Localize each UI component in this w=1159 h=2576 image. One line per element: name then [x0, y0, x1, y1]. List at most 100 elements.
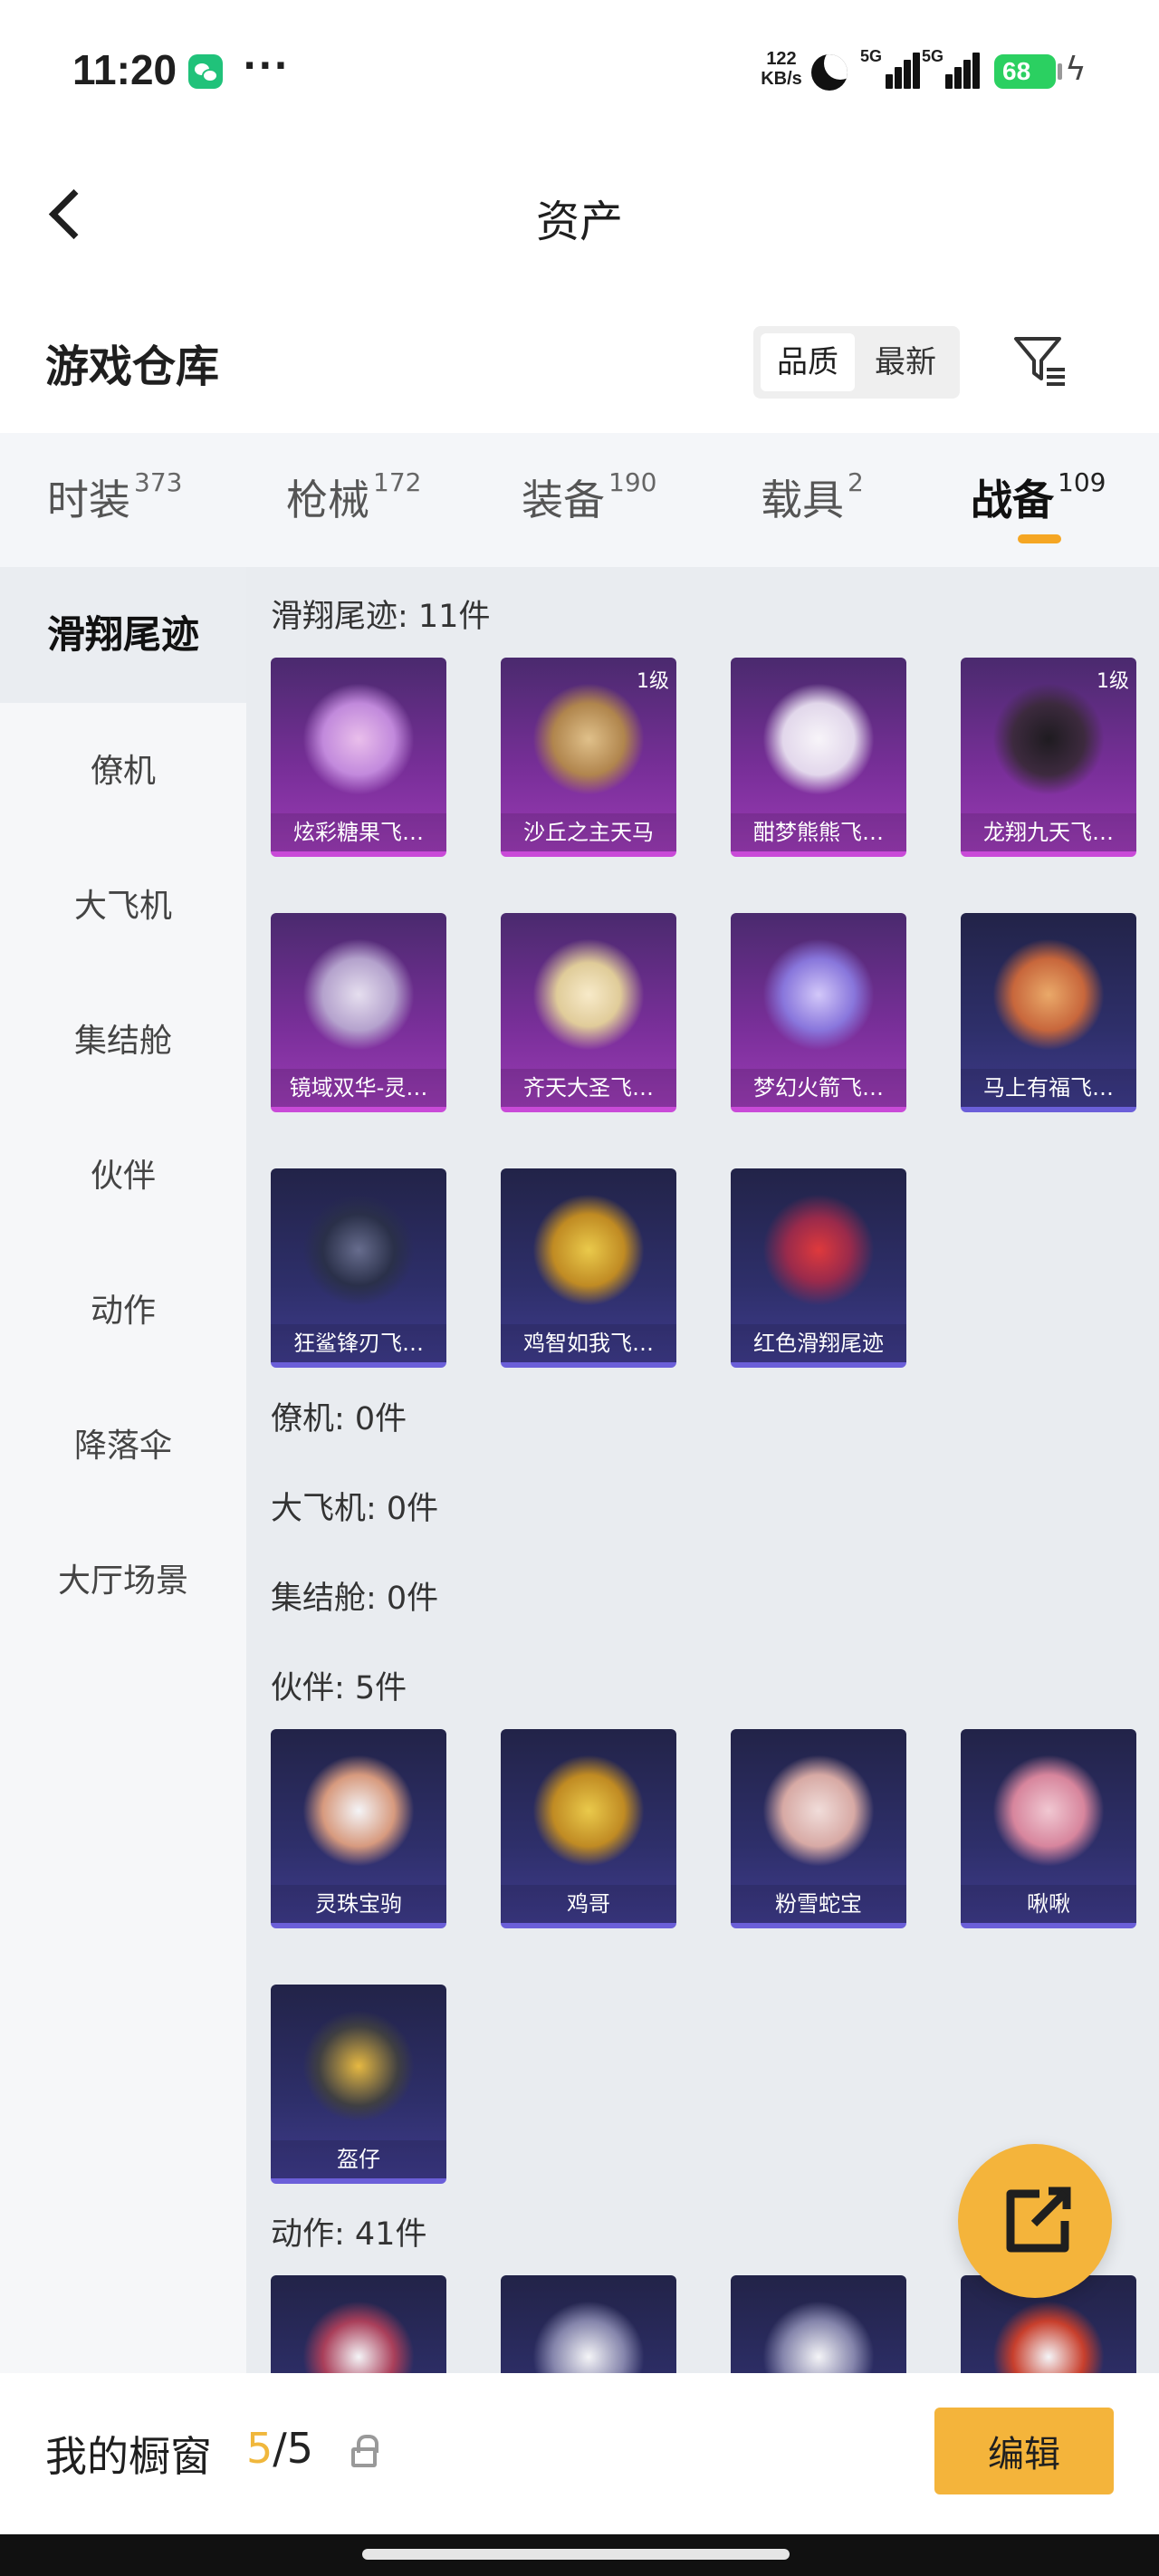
- tab-label: 战备: [971, 476, 1054, 524]
- network-speed-unit: KB/s: [761, 69, 802, 89]
- item-name: 炫彩糖果飞…: [271, 813, 446, 851]
- item-card[interactable]: 狂鲨锋刃飞…: [271, 1168, 446, 1368]
- item-card[interactable]: 1级 沙丘之主天马: [501, 658, 676, 857]
- network-speed-value: 122: [766, 49, 797, 69]
- sort-newest-button[interactable]: 最新: [858, 333, 953, 391]
- tab-vehicles[interactable]: 载具 2: [761, 467, 864, 527]
- section-label-action: 动作: 41件: [271, 2216, 427, 2253]
- item-name: 齐天大圣飞…: [501, 1069, 676, 1107]
- section-label-plane: 大飞机: 0件: [271, 1491, 439, 1527]
- tab-label: 载具: [761, 476, 844, 524]
- battery-cap: [1058, 63, 1062, 80]
- item-card[interactable]: 酣梦熊熊飞…: [731, 658, 906, 857]
- item-card[interactable]: [501, 2275, 676, 2373]
- sidebar-item-partner[interactable]: 伙伴: [0, 1149, 246, 1197]
- item-image: [302, 2301, 415, 2373]
- back-icon[interactable]: [45, 186, 81, 240]
- filter-icon[interactable]: [1012, 333, 1068, 389]
- active-tab-indicator: [1018, 534, 1061, 543]
- item-card[interactable]: 灵珠宝驹: [271, 1729, 446, 1928]
- tab-label: 枪械: [286, 476, 369, 524]
- tab-label: 装备: [522, 476, 605, 524]
- item-name: 镜域双华-灵…: [271, 1069, 446, 1107]
- charging-icon: ϟ: [1065, 51, 1087, 88]
- battery-icon: 68: [994, 54, 1056, 89]
- share-button[interactable]: [958, 2144, 1112, 2298]
- item-name: 狂鲨锋刃飞…: [271, 1324, 446, 1362]
- item-name: 红色滑翔尾迹: [731, 1324, 906, 1362]
- item-image: [532, 1194, 645, 1306]
- item-image: [762, 938, 875, 1051]
- tab-count: 190: [608, 467, 657, 497]
- item-name: 鸡智如我飞…: [501, 1324, 676, 1362]
- item-card[interactable]: [271, 2275, 446, 2373]
- item-image: [762, 683, 875, 795]
- item-image: [532, 2301, 645, 2373]
- item-card[interactable]: 梦幻火箭飞…: [731, 913, 906, 1112]
- item-name: 梦幻火箭飞…: [731, 1069, 906, 1107]
- edit-button[interactable]: 编辑: [934, 2408, 1114, 2494]
- sidebar-item-pod[interactable]: 集结舱: [0, 1014, 246, 1062]
- tab-guns[interactable]: 枪械 172: [286, 467, 421, 527]
- item-image: [992, 683, 1105, 795]
- item-level: 1级: [637, 670, 669, 693]
- battery-level: 68: [1002, 57, 1031, 85]
- signal-icon-1: 5G: [860, 47, 920, 89]
- sidebar-item-lobby-scene[interactable]: 大厅场景: [0, 1554, 246, 1601]
- tab-fashion[interactable]: 时装 373: [47, 467, 182, 527]
- item-name: 马上有福飞…: [961, 1069, 1136, 1107]
- sidebar-item-wingman[interactable]: 僚机: [0, 745, 246, 792]
- item-image: [992, 2301, 1105, 2373]
- item-image: [532, 1754, 645, 1867]
- sidebar-item-glide-trail[interactable]: 滑翔尾迹: [0, 567, 246, 703]
- showcase-label: 我的橱窗: [45, 2432, 212, 2481]
- item-card[interactable]: 齐天大圣飞…: [501, 913, 676, 1112]
- item-image: [302, 2010, 415, 2122]
- item-image: [532, 938, 645, 1051]
- bottom-bar: 我的橱窗 5/5 编辑: [0, 2373, 1159, 2534]
- showcase-current: 5: [246, 2424, 273, 2473]
- showcase-total: /5: [273, 2424, 314, 2473]
- item-card[interactable]: 粉雪蛇宝: [731, 1729, 906, 1928]
- content-panel: 滑翔尾迹: 11件 炫彩糖果飞… 1级 沙丘之主天马 酣梦熊熊飞… 1级 龙翔九…: [246, 567, 1159, 2373]
- item-card[interactable]: 鸡哥: [501, 1729, 676, 1928]
- sort-toggle: 品质 最新: [753, 326, 960, 399]
- item-card[interactable]: 鸡智如我飞…: [501, 1168, 676, 1368]
- tab-label: 时装: [47, 476, 130, 524]
- sidebar-item-parachute[interactable]: 降落伞: [0, 1419, 246, 1466]
- category-tabs: 时装 373 枪械 172 装备 190 载具 2 战备 109: [0, 433, 1159, 567]
- page-title: 资产: [535, 197, 623, 247]
- sort-quality-button[interactable]: 品质: [761, 333, 855, 391]
- item-card[interactable]: 1级 龙翔九天飞…: [961, 658, 1136, 857]
- item-name: 粉雪蛇宝: [731, 1885, 906, 1923]
- item-image: [302, 1194, 415, 1306]
- section-label-glide: 滑翔尾迹: 11件: [271, 599, 491, 635]
- item-level: 1级: [1097, 670, 1129, 693]
- tab-combat-prep[interactable]: 战备 109: [971, 467, 1106, 527]
- lock-icon: [351, 2435, 378, 2467]
- item-name: 鸡哥: [501, 1885, 676, 1923]
- item-card[interactable]: 啾啾: [961, 1729, 1136, 1928]
- item-card[interactable]: 马上有福飞…: [961, 913, 1136, 1112]
- home-indicator[interactable]: [362, 2549, 790, 2560]
- section-label-wingman: 僚机: 0件: [271, 1401, 407, 1437]
- tab-count: 373: [134, 467, 183, 497]
- item-image: [992, 1754, 1105, 1867]
- item-image: [762, 1754, 875, 1867]
- signal-label-1: 5G: [860, 47, 883, 65]
- signal-icon-2: 5G: [922, 47, 982, 89]
- item-card[interactable]: 炫彩糖果飞…: [271, 658, 446, 857]
- item-card[interactable]: [731, 2275, 906, 2373]
- item-name: 龙翔九天飞…: [961, 813, 1136, 851]
- item-image: [302, 1754, 415, 1867]
- share-icon: [1006, 2187, 1071, 2253]
- sidebar-item-plane[interactable]: 大飞机: [0, 879, 246, 927]
- tab-equipment[interactable]: 装备 190: [522, 467, 656, 527]
- item-card[interactable]: 红色滑翔尾迹: [731, 1168, 906, 1368]
- item-name: 盔仔: [271, 2140, 446, 2178]
- item-image: [302, 683, 415, 795]
- item-card[interactable]: 盔仔: [271, 1985, 446, 2184]
- warehouse-title: 游戏仓库: [45, 341, 220, 392]
- sidebar-item-action[interactable]: 动作: [0, 1284, 246, 1331]
- item-card[interactable]: 镜域双华-灵…: [271, 913, 446, 1112]
